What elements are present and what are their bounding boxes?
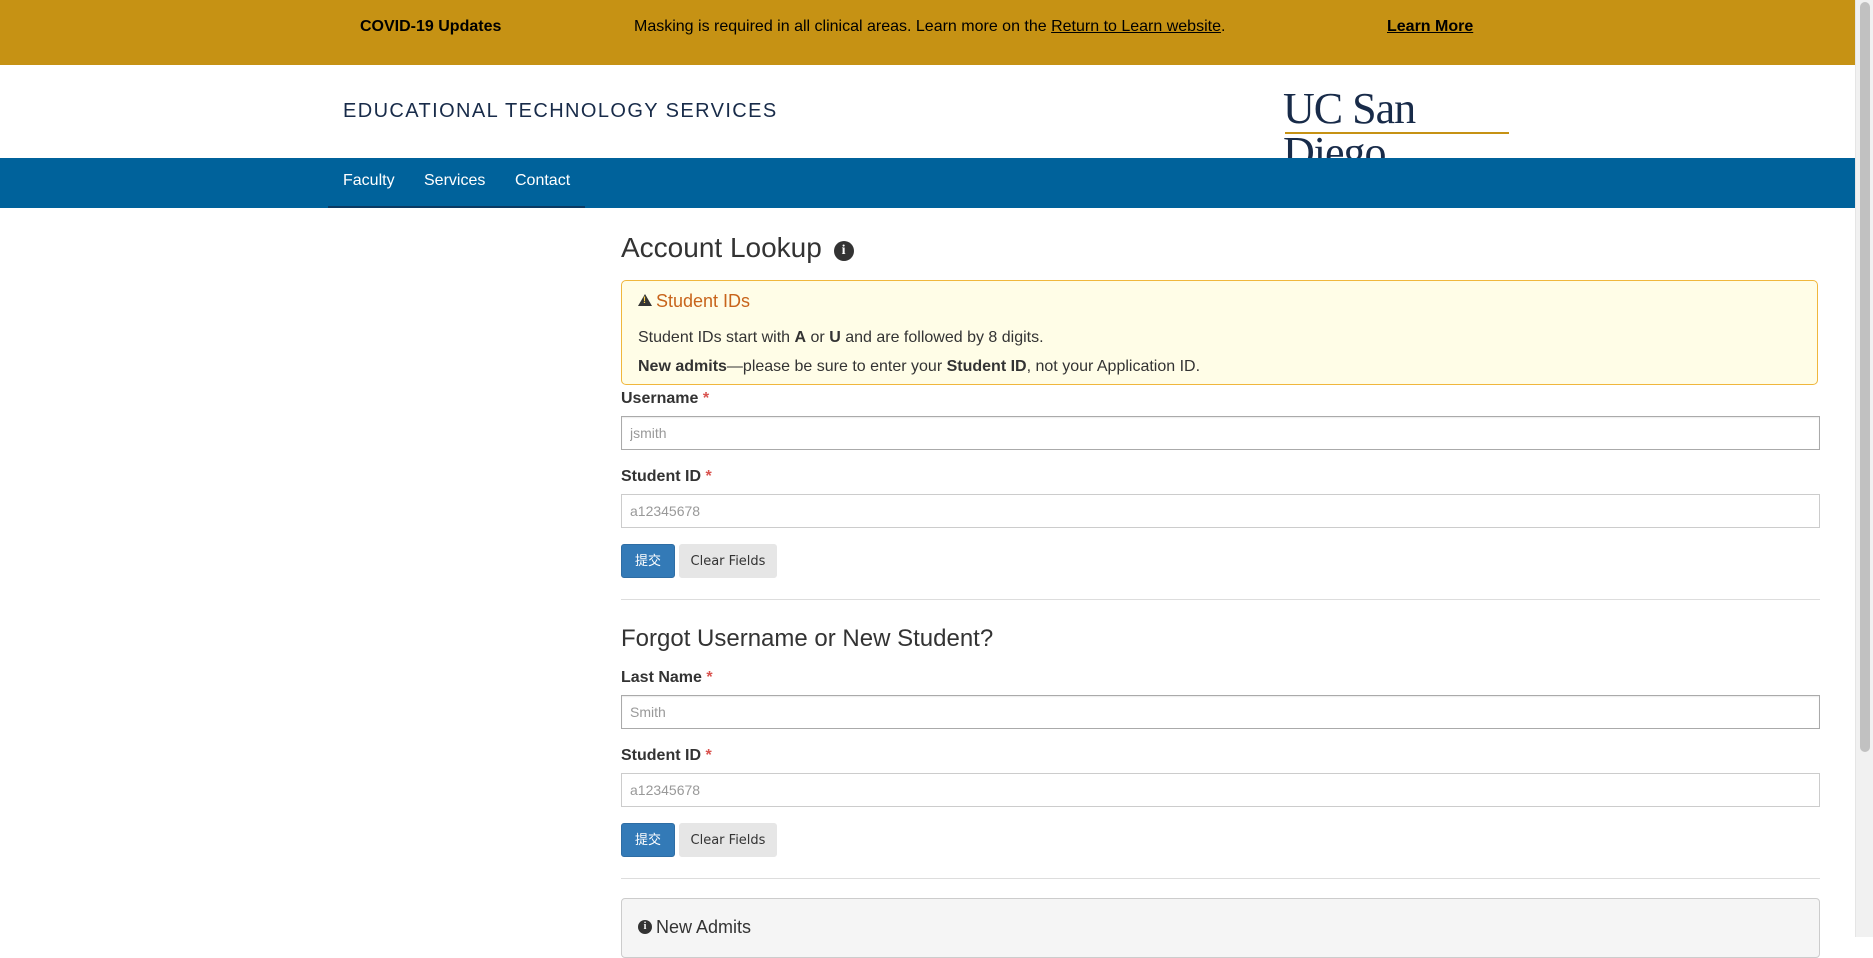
site-title[interactable]: EDUCATIONAL TECHNOLOGY SERVICES — [343, 100, 778, 123]
alert-text: , not your Application ID. — [1026, 358, 1201, 375]
alert-text: and are followed by 8 digits. — [840, 329, 1044, 346]
alert-bold: Student ID — [946, 358, 1027, 375]
clear-fields-button[interactable]: Clear Fields — [679, 544, 777, 578]
student-id-label-2: Student ID * — [621, 747, 712, 765]
site-header: EDUCATIONAL TECHNOLOGY SERVICES UC San D… — [0, 65, 1855, 175]
scrollbar-thumb[interactable] — [1860, 2, 1870, 752]
alert-text: or — [806, 329, 830, 346]
banner-message-prefix: Masking is required in all clinical area… — [634, 18, 1052, 35]
banner-message-suffix: . — [1220, 18, 1226, 35]
student-id-label-text: Student ID — [621, 747, 701, 764]
alert-line-2: New admits—please be sure to enter your … — [638, 358, 1200, 376]
logo-underline — [1285, 132, 1509, 134]
section-divider — [621, 878, 1820, 879]
last-name-label-text: Last Name — [621, 669, 702, 686]
alert-heading: Student IDs — [638, 291, 750, 312]
forgot-username-heading: Forgot Username or New Student? — [621, 625, 994, 652]
username-label: Username * — [621, 390, 709, 408]
banner-title: COVID-19 Updates — [360, 18, 502, 35]
ucsd-logo[interactable]: UC San Diego — [1283, 87, 1513, 175]
alert-text: Student IDs start with — [638, 329, 795, 346]
nav-item-services[interactable]: Services — [424, 172, 485, 190]
submit-button[interactable]: 提交 — [621, 544, 675, 578]
new-admits-panel: i New Admits — [621, 898, 1820, 958]
new-admits-heading-text: New Admits — [656, 917, 752, 937]
info-circle-icon[interactable]: i — [833, 241, 854, 261]
username-input[interactable] — [621, 416, 1820, 450]
vertical-scrollbar[interactable] — [1855, 0, 1873, 937]
student-id-input[interactable] — [621, 494, 1820, 528]
learn-more-link[interactable]: Learn More — [1387, 18, 1473, 36]
last-name-input[interactable] — [621, 695, 1820, 729]
alert-text: —please be sure to enter your — [726, 358, 947, 375]
student-ids-alert: Student IDs Student IDs start with A or … — [621, 280, 1818, 385]
nav-item-faculty[interactable]: Faculty — [343, 172, 395, 190]
section-divider — [621, 599, 1820, 600]
student-id-input-2[interactable] — [621, 773, 1820, 807]
info-circle-icon: i — [638, 920, 652, 934]
alert-bold: U — [829, 329, 841, 346]
main-nav: Faculty Services Contact — [0, 158, 1855, 208]
alert-heading-text: Student IDs — [656, 291, 751, 311]
banner-message: Masking is required in all clinical area… — [634, 18, 1225, 36]
required-marker: * — [705, 468, 712, 485]
last-name-label: Last Name * — [621, 669, 713, 687]
covid-banner: COVID-19 Updates Masking is required in … — [0, 0, 1855, 65]
required-marker: * — [705, 747, 712, 764]
return-to-learn-link[interactable]: Return to Learn website — [1051, 18, 1221, 35]
alert-bold: New admits — [638, 358, 727, 375]
alert-bold: A — [794, 329, 807, 346]
page-title-text: Account Lookup — [621, 232, 822, 263]
username-label-text: Username — [621, 390, 699, 407]
required-marker: * — [702, 390, 710, 407]
new-admits-heading: i New Admits — [638, 917, 751, 938]
clear-fields-button-2[interactable]: Clear Fields — [679, 823, 777, 857]
page-title: Account Lookup i — [621, 232, 854, 264]
nav-item-contact[interactable]: Contact — [515, 172, 570, 190]
student-id-label: Student ID * — [621, 468, 712, 486]
nav-menu: Faculty Services Contact — [328, 158, 585, 208]
warning-icon — [638, 294, 652, 306]
student-id-label-text: Student ID — [621, 468, 701, 485]
alert-line-1: Student IDs start with A or U and are fo… — [638, 329, 1044, 347]
submit-button-2[interactable]: 提交 — [621, 823, 675, 857]
required-marker: * — [706, 669, 713, 686]
